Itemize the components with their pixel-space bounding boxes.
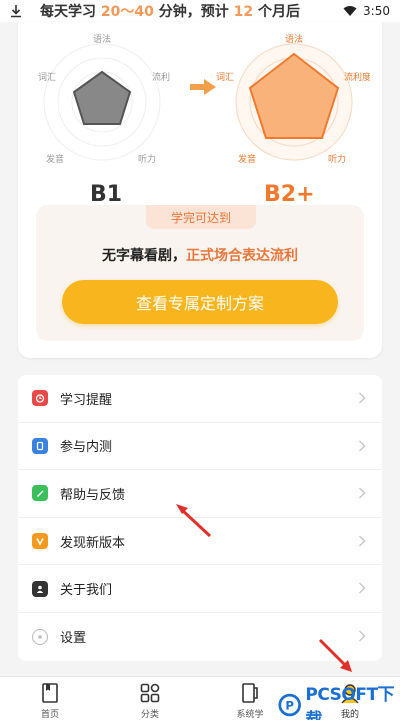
level-card: 语法 流利度 听力 发音 词汇 语法 流利度 听力 发音 词汇 B1 B2+ 学… bbox=[18, 22, 382, 358]
watermark-logo-icon: P bbox=[278, 693, 301, 717]
study-banner: 每天学习 20～40 分钟，预计 12 个月后 bbox=[40, 4, 300, 20]
tab-label: 系统学 bbox=[236, 710, 264, 720]
about-icon bbox=[32, 580, 48, 597]
achievement-text: 无字幕看剧，正式场合表达流利 bbox=[102, 248, 298, 264]
target-radar-chart: 语法 流利度 听力 发音 词汇 bbox=[216, 33, 370, 165]
version-icon bbox=[32, 533, 48, 550]
menu-item-about-us[interactable]: 关于我们 bbox=[18, 565, 382, 613]
tab-label: 分类 bbox=[140, 710, 159, 720]
status-bar: 每天学习 20～40 分钟，预计 12 个月后 3:50 bbox=[0, 0, 400, 22]
chevron-right-icon bbox=[358, 630, 366, 642]
achievement-tag: 学完可达到 bbox=[146, 205, 256, 229]
target-level: B2+ bbox=[264, 182, 315, 207]
menu-label: 学习提醒 bbox=[60, 392, 113, 408]
watermark-text: PCSOFT bbox=[305, 685, 378, 705]
current-radar-chart: 语法 流利度 听力 发音 词汇 bbox=[38, 33, 170, 165]
axis-label-fluency: 流利度 bbox=[344, 71, 370, 83]
chevron-right-icon bbox=[358, 440, 366, 452]
axis-label-listening: 听力 bbox=[138, 153, 156, 165]
axis-label-pronunciation: 发音 bbox=[46, 153, 64, 165]
achievement-box: 学完可达到 无字幕看剧，正式场合表达流利 查看专属定制方案 bbox=[36, 205, 364, 341]
tab-home[interactable]: 首页 bbox=[0, 677, 100, 720]
menu-label: 发现新版本 bbox=[60, 535, 126, 551]
menu-label: 设置 bbox=[60, 631, 87, 647]
watermark: P PCSOFT下载 bbox=[278, 680, 400, 720]
axis-label-grammar: 语法 bbox=[285, 33, 303, 45]
axis-label-fluency: 流利度 bbox=[152, 71, 170, 83]
svg-text:P: P bbox=[285, 698, 294, 712]
pencil-icon bbox=[32, 485, 48, 502]
chevron-right-icon bbox=[358, 487, 366, 499]
menu-label: 帮助与反馈 bbox=[60, 487, 126, 503]
beta-icon bbox=[32, 437, 48, 454]
current-level: B1 bbox=[90, 182, 123, 207]
alarm-icon bbox=[32, 390, 48, 407]
axis-label-vocab: 词汇 bbox=[38, 72, 56, 83]
menu-item-study-reminder[interactable]: 学习提醒 bbox=[18, 375, 382, 423]
tab-category[interactable]: 分类 bbox=[100, 677, 200, 720]
annotation-arrow bbox=[176, 504, 212, 538]
annotation-arrow bbox=[318, 638, 352, 672]
axis-label-listening: 听力 bbox=[328, 153, 346, 165]
download-icon bbox=[11, 5, 21, 18]
chevron-right-icon bbox=[358, 582, 366, 594]
menu-item-beta-test[interactable]: 参与内测 bbox=[18, 423, 382, 471]
settings-icon bbox=[32, 628, 48, 645]
view-custom-plan-button[interactable]: 查看专属定制方案 bbox=[62, 280, 338, 324]
menu-label: 关于我们 bbox=[60, 583, 113, 599]
tab-label: 首页 bbox=[40, 710, 59, 720]
menu-label: 参与内测 bbox=[60, 440, 113, 456]
chevron-right-icon bbox=[358, 535, 366, 547]
clock: 3:50 bbox=[363, 4, 390, 18]
grid-icon bbox=[140, 683, 160, 703]
chevron-right-icon bbox=[358, 392, 366, 404]
axis-label-grammar: 语法 bbox=[93, 33, 111, 45]
wifi-icon bbox=[343, 6, 357, 16]
axis-label-vocab: 词汇 bbox=[216, 72, 234, 83]
axis-label-pronunciation: 发音 bbox=[238, 153, 256, 165]
book-icon bbox=[42, 683, 58, 703]
notebook-icon bbox=[242, 683, 258, 703]
